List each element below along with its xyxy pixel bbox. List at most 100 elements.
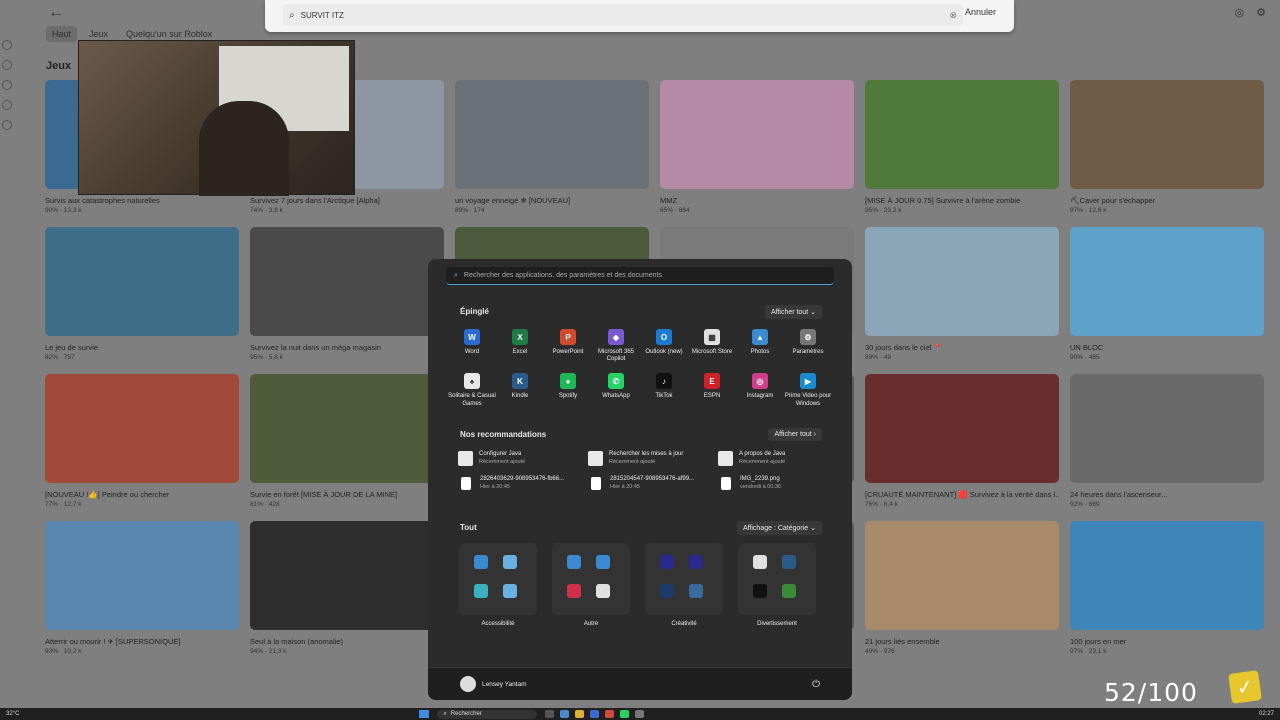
game-card[interactable]: Seul à la maison (anomalie) 94% · 21,3 k xyxy=(250,521,444,655)
game-card[interactable]: Le jeu de survie 82% · 757 xyxy=(45,227,239,361)
pinned-app[interactable]: K Kindle xyxy=(496,373,544,407)
pinned-app[interactable]: ▦ Microsoft Store xyxy=(688,329,736,363)
pinned-app[interactable]: ● Spotify xyxy=(544,373,592,407)
game-card[interactable]: 30 jours dans le ciel 📍 89% · 49 xyxy=(865,227,1059,361)
start-search-input[interactable]: ⌕ Rechercher des applications, des param… xyxy=(446,267,834,285)
app-icon[interactable] xyxy=(689,555,703,569)
explorer-icon[interactable] xyxy=(575,710,585,718)
category-folder[interactable] xyxy=(738,543,816,615)
pinned-app[interactable]: ⚙ Paramètres xyxy=(784,329,832,363)
app-icon[interactable] xyxy=(753,584,767,598)
pinned-app[interactable]: ♠ Solitaire & Casual Games xyxy=(448,373,496,407)
app-icon[interactable] xyxy=(689,584,703,598)
clock[interactable]: 02:27 xyxy=(1259,711,1274,717)
pinned-app[interactable]: ▶ Prime Video pour Windows xyxy=(784,373,832,407)
category-folder[interactable] xyxy=(552,543,630,615)
game-thumbnail[interactable] xyxy=(1070,521,1264,630)
view-category-button[interactable]: Affichage : Catégorie ⌄ xyxy=(736,521,822,535)
app-icon[interactable] xyxy=(567,584,581,598)
game-card[interactable]: [NOUVEAU !👍] Peindre ou chercher 77% · 12… xyxy=(45,374,239,508)
user-name[interactable]: Lensey Yantam xyxy=(482,681,527,688)
recommendation-item[interactable]: 2815204547-908953476-af99... Hier à 20:45 xyxy=(588,476,718,491)
taskbar-search[interactable]: ⌕ Rechercher xyxy=(437,709,538,719)
app-category[interactable]: Accessibilité xyxy=(458,543,538,627)
app-icon[interactable] xyxy=(660,584,674,598)
pinned-app[interactable]: ▲ Photos xyxy=(736,329,784,363)
cancel-button[interactable]: Annuler xyxy=(965,7,996,17)
show-all-pinned-button[interactable]: Afficher tout ⌄ xyxy=(764,305,822,319)
app-icon[interactable] xyxy=(567,555,581,569)
pinned-app[interactable]: E ESPN xyxy=(688,373,736,407)
app-category[interactable]: Divertissement xyxy=(737,543,817,627)
task-view-icon[interactable] xyxy=(545,710,555,718)
back-arrow-icon[interactable]: ← xyxy=(48,4,64,22)
pinned-app[interactable]: X Excel xyxy=(496,329,544,363)
app-category[interactable]: Créativité xyxy=(644,543,724,627)
app-icon[interactable] xyxy=(782,555,796,569)
game-card[interactable]: MMZ 65% · 864 xyxy=(660,80,854,214)
game-thumbnail[interactable] xyxy=(865,227,1059,336)
avatar[interactable] xyxy=(460,676,476,692)
game-card[interactable]: [MISE À JOUR 0.75] Survivre à l'arène zo… xyxy=(865,80,1059,214)
game-card[interactable]: Atterrir ou mourir ! ✈ [SUPERSONIQUE] 93%… xyxy=(45,521,239,655)
game-card[interactable]: un voyage enneigé ❄ [NOUVEAU] 89% · 174 xyxy=(455,80,649,214)
game-card[interactable]: UN BLOC 90% · 485 xyxy=(1070,227,1264,361)
whatsapp-icon[interactable] xyxy=(620,710,630,718)
edge-icon[interactable] xyxy=(560,710,570,718)
game-card[interactable]: 21 jours liés ensemble 49% · 976 xyxy=(865,521,1059,655)
game-thumbnail[interactable] xyxy=(45,227,239,336)
game-card[interactable]: 100 jours en mer 97% · 23,1 k xyxy=(1070,521,1264,655)
game-thumbnail[interactable] xyxy=(45,374,239,483)
weather[interactable]: 32°C xyxy=(6,711,19,717)
store-icon[interactable] xyxy=(590,710,600,718)
windows-start-icon[interactable] xyxy=(419,710,430,718)
recommendation-item[interactable]: A propos de Java Récemment ajouté xyxy=(718,451,848,466)
app-icon[interactable] xyxy=(596,584,610,598)
game-thumbnail[interactable] xyxy=(865,374,1059,483)
game-thumbnail[interactable] xyxy=(250,227,444,336)
game-card[interactable]: Survie en forêt [MISE À JOUR DE LA MINE]… xyxy=(250,374,444,508)
category-folder[interactable] xyxy=(645,543,723,615)
robux-icon[interactable]: ◎ xyxy=(1235,6,1245,19)
app-icon[interactable] xyxy=(474,555,488,569)
game-thumbnail[interactable] xyxy=(660,80,854,189)
pinned-app[interactable]: ◎ Instagram xyxy=(736,373,784,407)
pinned-app[interactable]: ✆ WhatsApp xyxy=(592,373,640,407)
recommendation-item[interactable]: Rechercher les mises à jour Récemment ajo… xyxy=(588,451,718,466)
app-icon[interactable] xyxy=(596,555,610,569)
game-card[interactable]: Survivez la nuit dans un méga magasin 95%… xyxy=(250,227,444,361)
app-category[interactable]: Autre xyxy=(551,543,631,627)
game-thumbnail[interactable] xyxy=(1070,80,1264,189)
game-thumbnail[interactable] xyxy=(865,80,1059,189)
recommendation-item[interactable]: Configurer Java Récemment ajouté xyxy=(458,451,588,466)
game-thumbnail[interactable] xyxy=(1070,227,1264,336)
pinned-app[interactable]: P PowerPoint xyxy=(544,329,592,363)
game-thumbnail[interactable] xyxy=(250,521,444,630)
app-icon[interactable] xyxy=(503,584,517,598)
game-thumbnail[interactable] xyxy=(865,521,1059,630)
app-icon[interactable] xyxy=(753,555,767,569)
tab-haut[interactable]: Haut xyxy=(46,26,78,42)
game-card[interactable]: 24 heures dans l'ascenseur... 92% · 669 xyxy=(1070,374,1264,508)
pinned-app[interactable]: ♪ TikTok xyxy=(640,373,688,407)
app-icon[interactable] xyxy=(782,584,796,598)
pinned-app[interactable]: O Outlook (new) xyxy=(640,329,688,363)
chrome-icon[interactable] xyxy=(605,710,615,718)
category-folder[interactable] xyxy=(459,543,537,615)
game-thumbnail[interactable] xyxy=(250,374,444,483)
app-icon[interactable] xyxy=(503,555,517,569)
pinned-app[interactable]: W Word xyxy=(448,329,496,363)
game-thumbnail[interactable] xyxy=(1070,374,1264,483)
game-card[interactable]: ⛏Caver pour s'échapper 97% · 12,6 k xyxy=(1070,80,1264,214)
game-thumbnail[interactable] xyxy=(455,80,649,189)
recommendation-item[interactable]: 2826403629-908953476-fb66... Hier à 20:45 xyxy=(458,476,588,491)
settings-icon[interactable]: ⚙ xyxy=(1256,6,1266,19)
show-all-recs-button[interactable]: Afficher tout › xyxy=(768,428,822,441)
app-icon[interactable] xyxy=(474,584,488,598)
recommendation-item[interactable]: IMG_2239.png vendredi à 00:36 xyxy=(718,476,848,491)
app-icon[interactable] xyxy=(635,710,645,718)
game-thumbnail[interactable] xyxy=(45,521,239,630)
power-icon[interactable]: ⏻ xyxy=(812,679,820,690)
pinned-app[interactable]: ◆ Microsoft 365 Copilot xyxy=(592,329,640,363)
search-input[interactable]: ⌕ SURVIT ITZ ⊗ xyxy=(283,4,963,26)
